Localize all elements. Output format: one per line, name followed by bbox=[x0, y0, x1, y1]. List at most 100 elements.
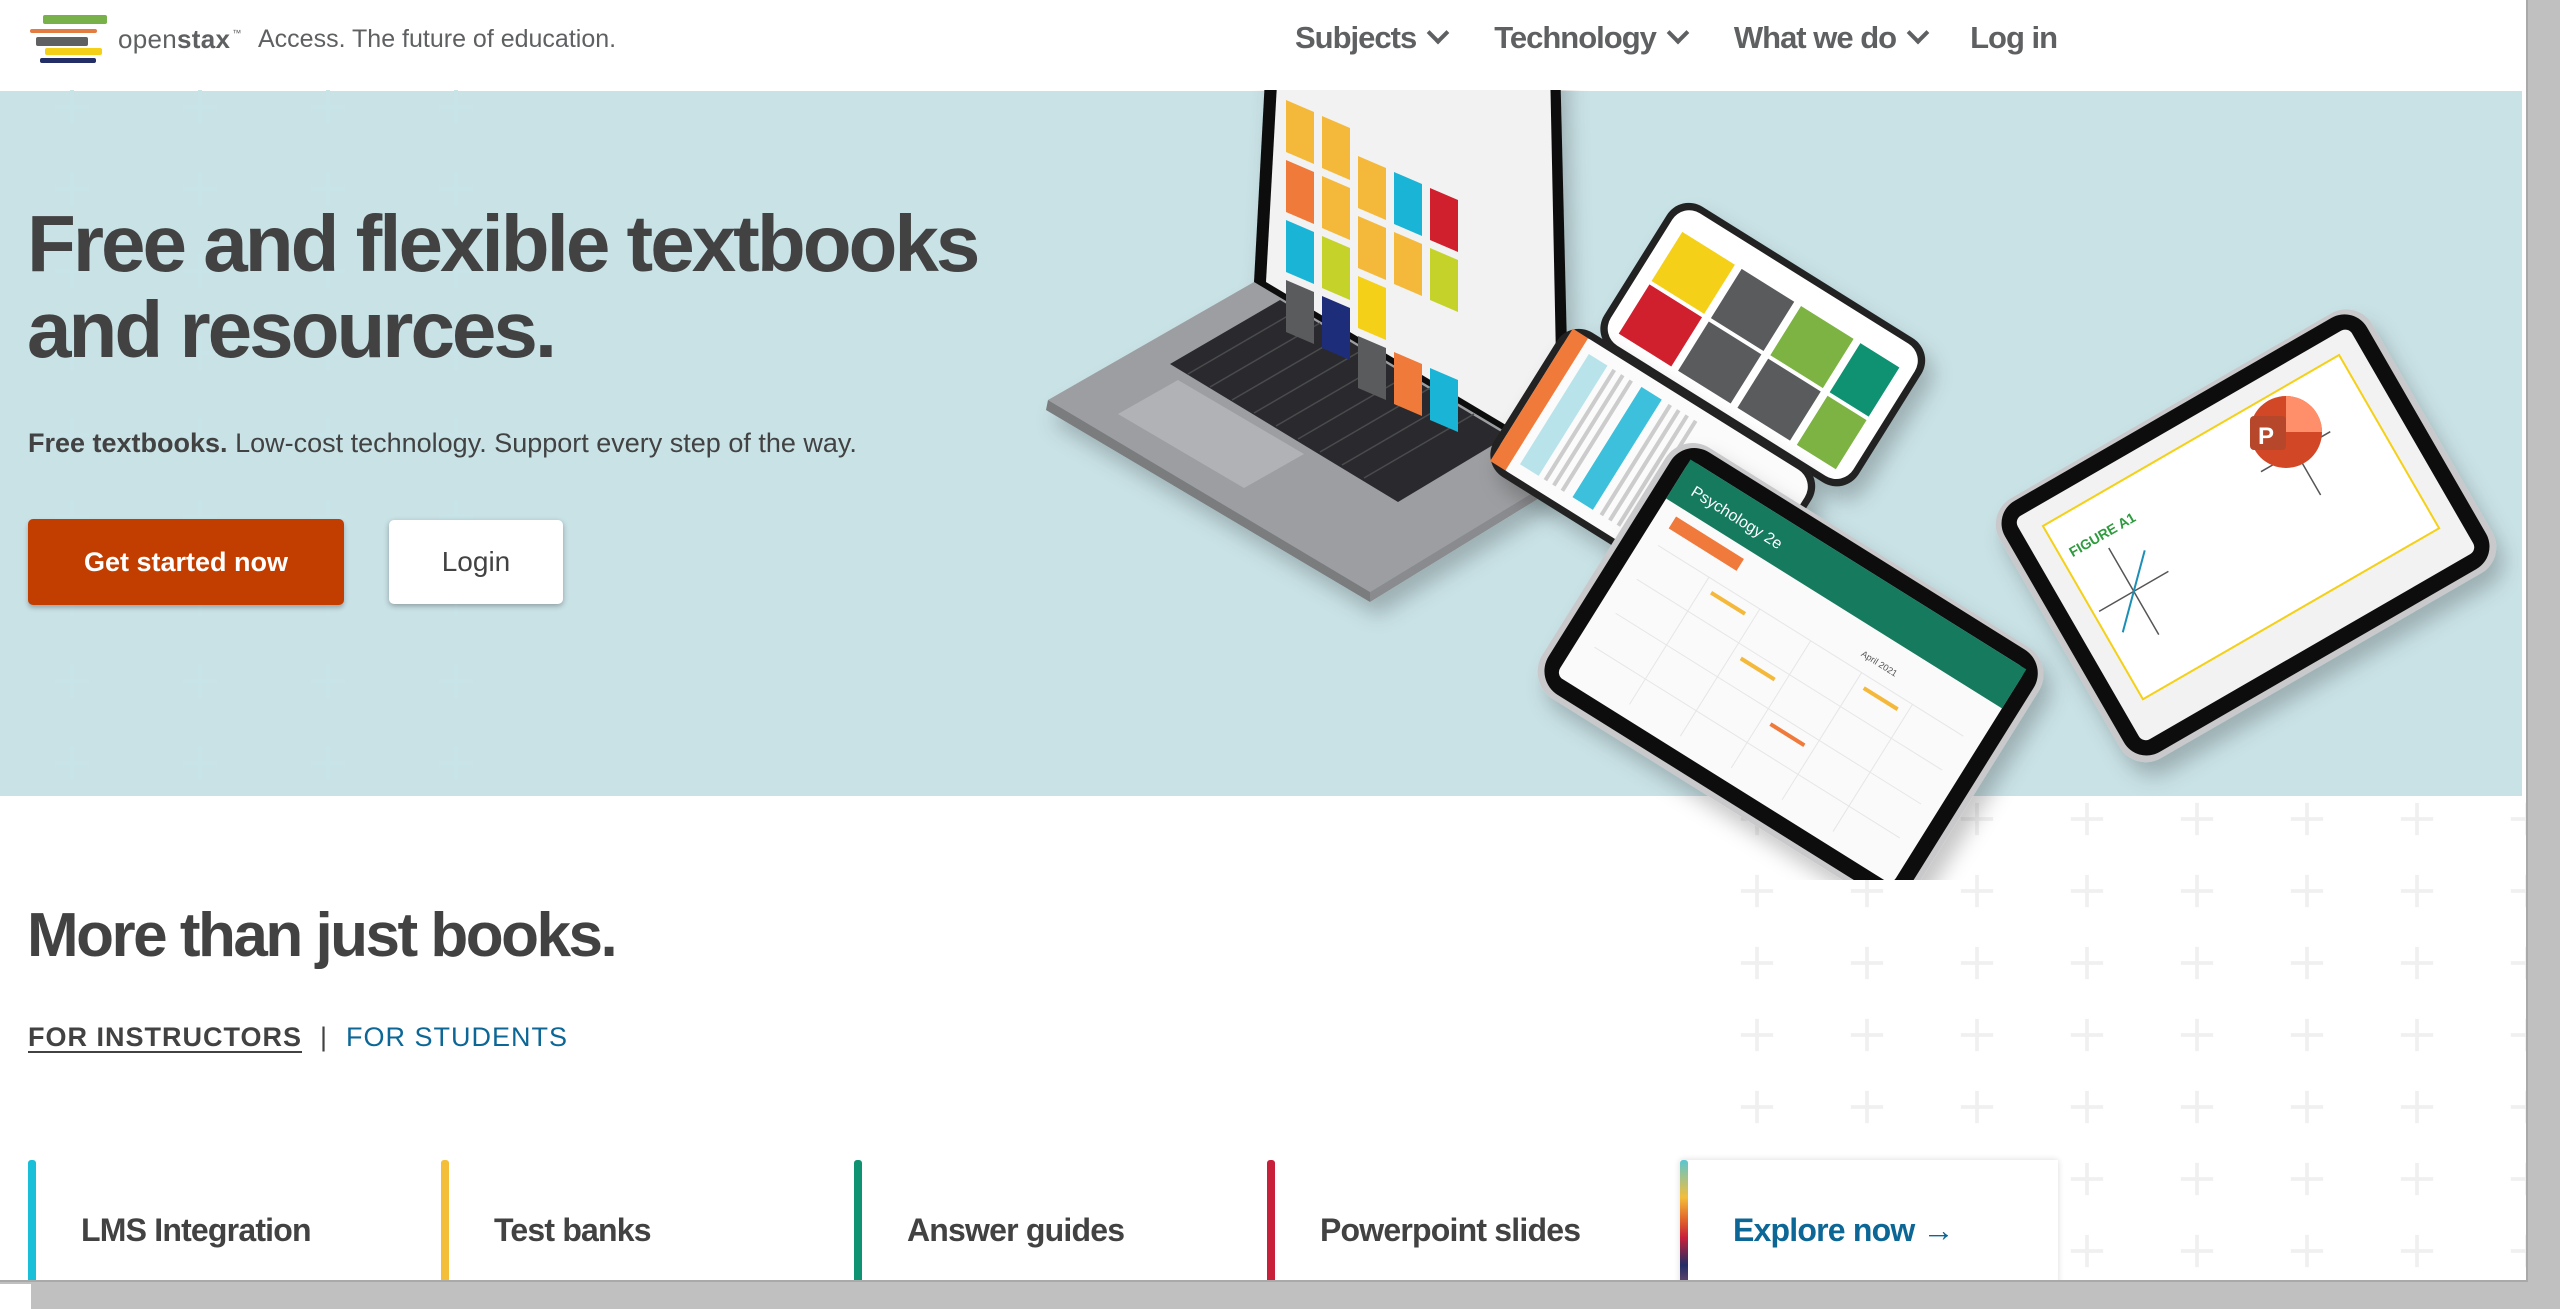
card-accent-bar bbox=[441, 1160, 449, 1280]
plus-decoration bbox=[55, 664, 89, 698]
card-test-banks[interactable]: Test banks bbox=[441, 1160, 854, 1280]
plus-decoration bbox=[2290, 1090, 2324, 1124]
resource-cards: LMS Integration Test banks Answer guides… bbox=[28, 1160, 2058, 1280]
plus-decoration bbox=[2400, 1090, 2434, 1124]
tab-for-students[interactable]: FOR STUDENTS bbox=[346, 1022, 568, 1053]
section-title: More than just books. bbox=[27, 901, 618, 970]
logo-stripe-green bbox=[43, 15, 107, 24]
plus-decoration bbox=[2290, 1162, 2324, 1196]
nav-technology-label: Technology bbox=[1494, 20, 1657, 55]
plus-decoration bbox=[311, 746, 345, 780]
plus-decoration bbox=[2070, 1018, 2104, 1052]
plus-decoration bbox=[2180, 1018, 2214, 1052]
plus-decoration bbox=[1850, 1018, 1884, 1052]
powerpoint-letter: P bbox=[2258, 423, 2274, 450]
plus-decoration bbox=[183, 746, 217, 780]
main-nav: Subjects Technology What we do Log in bbox=[1295, 20, 2058, 56]
plus-decoration bbox=[2290, 1234, 2324, 1268]
brand-light: open bbox=[118, 24, 178, 54]
tab-separator: | bbox=[320, 1022, 329, 1052]
nav-what-we-do[interactable]: What we do bbox=[1733, 20, 1930, 56]
logo-stripe-orange bbox=[30, 29, 97, 33]
plus-decoration bbox=[2180, 946, 2214, 980]
plus-decoration bbox=[2070, 946, 2104, 980]
plus-decoration bbox=[311, 90, 345, 124]
card-powerpoint-slides[interactable]: Powerpoint slides bbox=[1267, 1160, 1680, 1280]
plus-decoration bbox=[55, 746, 89, 780]
chevron-down-icon bbox=[1906, 21, 1930, 45]
powerpoint-logo-icon: P bbox=[2250, 396, 2322, 468]
plus-decoration bbox=[311, 664, 345, 698]
brand-name[interactable]: openstax ™ bbox=[118, 24, 242, 55]
card-label: Answer guides bbox=[907, 1212, 1125, 1248]
plus-decoration bbox=[2070, 1234, 2104, 1268]
plus-decoration bbox=[55, 90, 89, 124]
hero-title: Free and flexible textbooks and resource… bbox=[27, 199, 980, 374]
nav-technology[interactable]: Technology bbox=[1494, 20, 1690, 56]
card-lms-integration[interactable]: LMS Integration bbox=[28, 1160, 441, 1280]
explore-now-link[interactable]: Explore now → bbox=[1680, 1160, 2058, 1280]
explore-now-label: Explore now → bbox=[1733, 1212, 1955, 1248]
get-started-button[interactable]: Get started now bbox=[28, 519, 344, 605]
tagline: Access. The future of education. bbox=[258, 25, 617, 53]
window-shadow-gap bbox=[0, 1284, 31, 1309]
hero-subtitle-rest: Low-cost technology. Support every step … bbox=[227, 428, 857, 458]
plus-decoration bbox=[439, 746, 473, 780]
chevron-down-icon bbox=[1666, 21, 1690, 45]
plus-decoration bbox=[1850, 1090, 1884, 1124]
plus-decoration bbox=[439, 664, 473, 698]
plus-decoration bbox=[1740, 1018, 1774, 1052]
plus-decoration bbox=[1960, 946, 1994, 980]
site-header: openstax ™ Access. The future of educatio… bbox=[0, 0, 2526, 90]
hero-subtitle: Free textbooks. Low-cost technology. Sup… bbox=[28, 428, 857, 459]
plus-decoration bbox=[183, 90, 217, 124]
trademark: ™ bbox=[232, 28, 242, 38]
nav-subjects-label: Subjects bbox=[1295, 20, 1417, 55]
nav-what-we-do-label: What we do bbox=[1733, 20, 1897, 55]
plus-decoration bbox=[183, 664, 217, 698]
plus-decoration bbox=[439, 90, 473, 124]
logo-stripe-yellow bbox=[45, 48, 102, 55]
login-button[interactable]: Login bbox=[389, 520, 563, 604]
plus-decoration bbox=[2400, 1234, 2434, 1268]
plus-decoration bbox=[1850, 946, 1884, 980]
plus-decoration bbox=[1740, 1090, 1774, 1124]
plus-decoration bbox=[2400, 946, 2434, 980]
nav-log-in[interactable]: Log in bbox=[1970, 20, 2058, 56]
hero-subtitle-bold: Free textbooks. bbox=[28, 428, 228, 458]
audience-tabs: FOR INSTRUCTORS | FOR STUDENTS bbox=[28, 1022, 568, 1053]
card-answer-guides[interactable]: Answer guides bbox=[854, 1160, 1267, 1280]
plus-decoration bbox=[2180, 1090, 2214, 1124]
tablet-right-illustration: FIGURE A1 P bbox=[1995, 309, 2497, 763]
nav-subjects[interactable]: Subjects bbox=[1295, 20, 1450, 56]
card-label: LMS Integration bbox=[81, 1212, 312, 1248]
plus-decoration bbox=[2510, 1162, 2526, 1196]
plus-decoration bbox=[1960, 1090, 1994, 1124]
browser-window: openstax ™ Access. The future of educatio… bbox=[0, 0, 2528, 1282]
plus-decoration bbox=[2290, 1018, 2324, 1052]
plus-decoration bbox=[2070, 1090, 2104, 1124]
plus-decoration bbox=[2400, 1018, 2434, 1052]
card-label: Test banks bbox=[494, 1212, 652, 1248]
plus-decoration bbox=[2510, 1090, 2526, 1124]
logo-stripe-navy bbox=[40, 58, 96, 63]
devices-illustration: FIGURE A1 P Psychology 2e April 2021 bbox=[1046, 60, 2497, 880]
openstax-logo-icon[interactable] bbox=[28, 14, 108, 66]
card-accent-bar-gradient bbox=[1680, 1160, 1688, 1280]
plus-decoration bbox=[1960, 1018, 1994, 1052]
plus-decoration bbox=[2510, 946, 2526, 980]
plus-decoration bbox=[2180, 1162, 2214, 1196]
plus-decoration bbox=[2510, 1234, 2526, 1268]
plus-decoration bbox=[2290, 946, 2324, 980]
plus-decoration bbox=[2400, 1162, 2434, 1196]
hero-title-line-1: Free and flexible textbooks bbox=[27, 199, 980, 288]
plus-decoration bbox=[2510, 1018, 2526, 1052]
plus-decoration bbox=[2070, 1162, 2104, 1196]
nav-log-in-label: Log in bbox=[1970, 20, 2058, 55]
card-accent-bar bbox=[1267, 1160, 1275, 1280]
plus-decoration bbox=[1740, 946, 1774, 980]
logo-stripe-gray bbox=[36, 37, 88, 46]
hero-title-line-2: and resources. bbox=[27, 285, 557, 374]
card-accent-bar bbox=[854, 1160, 862, 1280]
tab-for-instructors[interactable]: FOR INSTRUCTORS bbox=[28, 1022, 302, 1053]
